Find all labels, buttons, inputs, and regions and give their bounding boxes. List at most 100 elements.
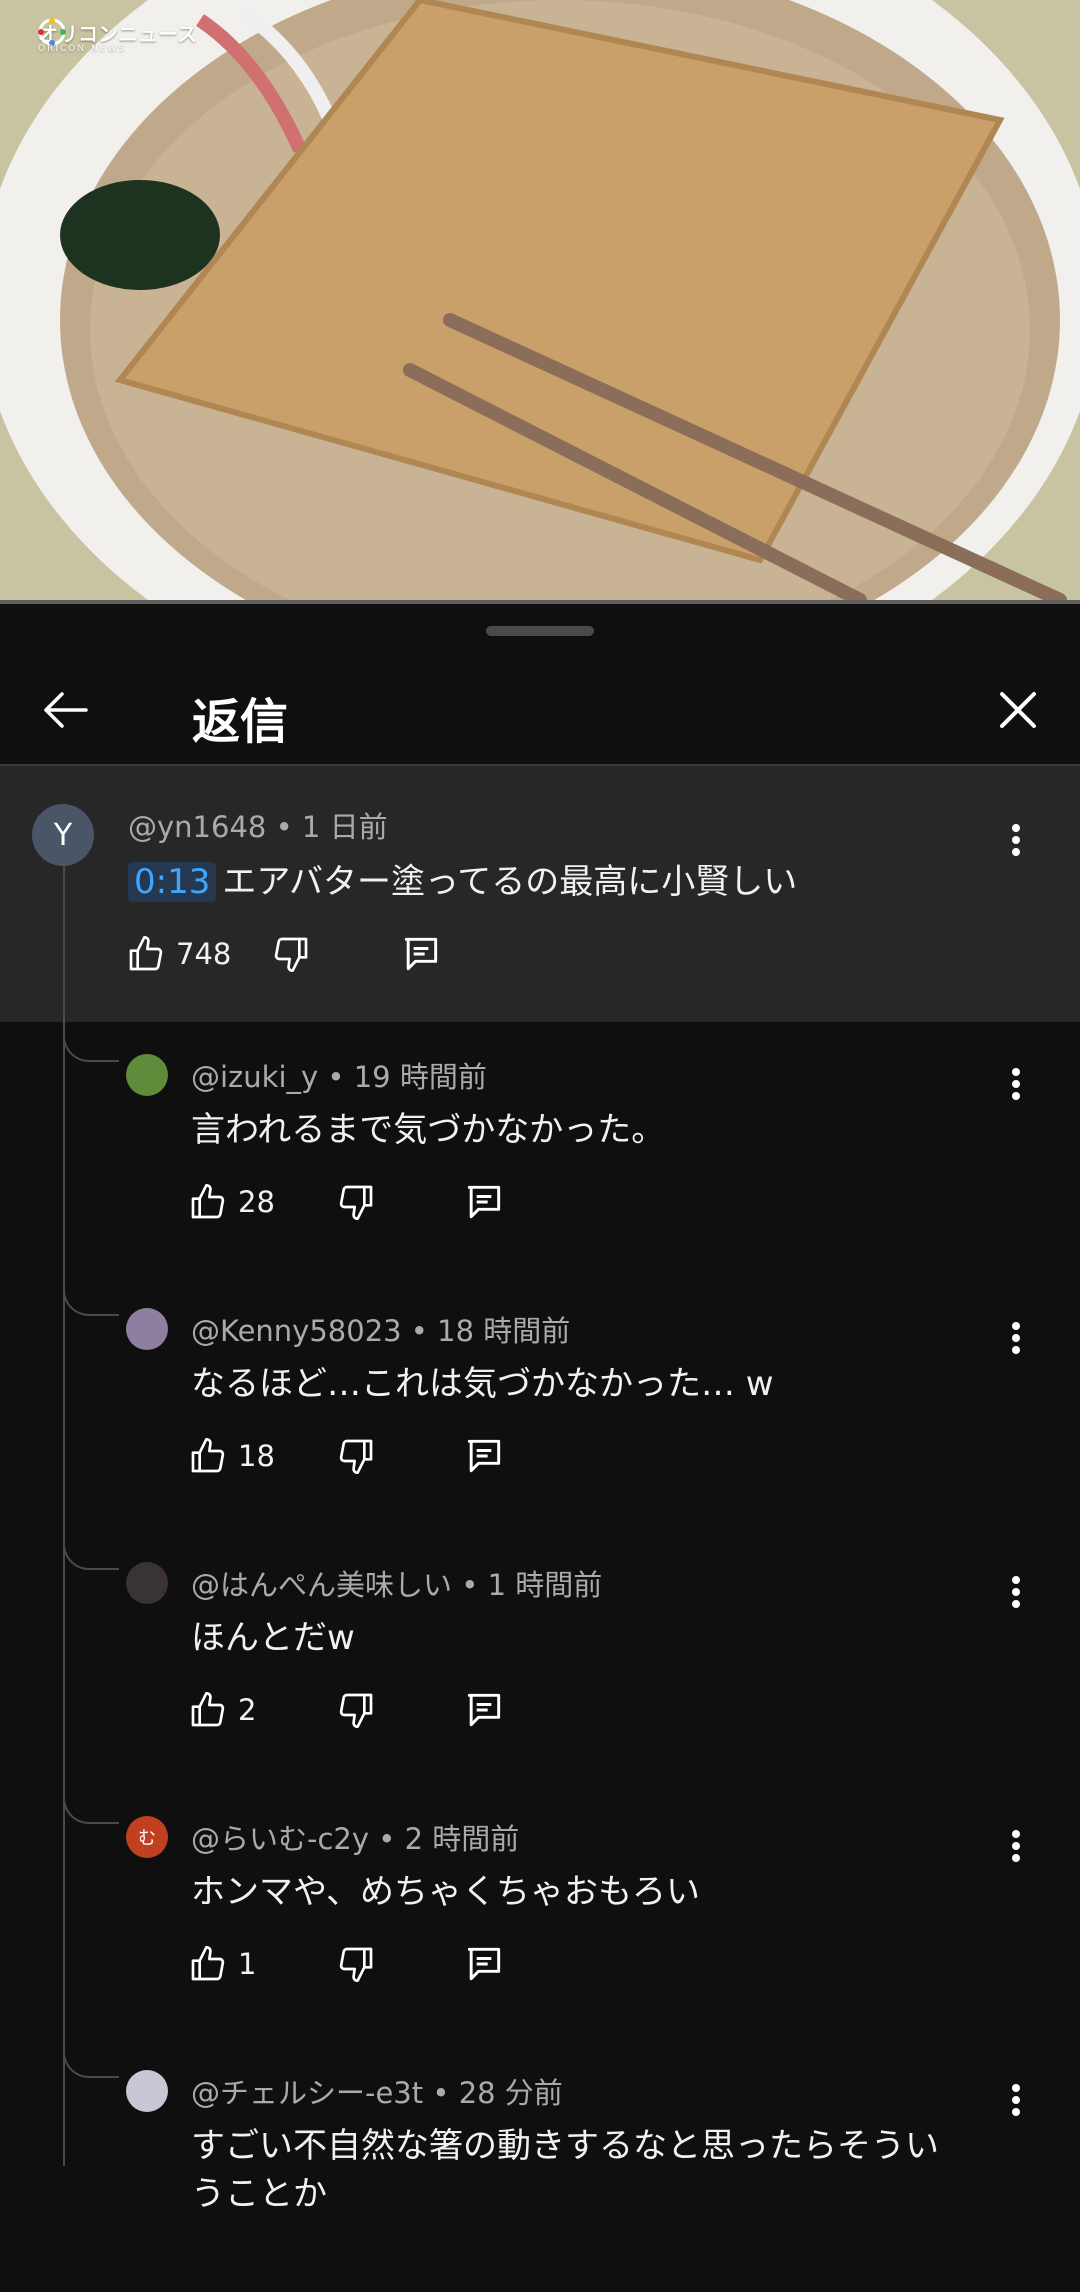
- more-options-button[interactable]: [996, 1816, 1036, 1876]
- thumbs-up-icon: [191, 1946, 225, 1981]
- reply-button[interactable]: [462, 1434, 506, 1478]
- more-vertical-icon: [1012, 1830, 1020, 1862]
- reply-item: @izuki_y • 19 時間前言われるまで気づかなかった。 28: [0, 1020, 1080, 1276]
- reply-button[interactable]: [462, 1942, 506, 1986]
- avatar[interactable]: [126, 1054, 168, 1096]
- close-button[interactable]: [986, 678, 1050, 742]
- comment-meta: @Kenny58023 • 18 時間前: [191, 1308, 570, 1350]
- thumbs-up-icon: [129, 936, 163, 971]
- avatar[interactable]: [126, 2070, 168, 2112]
- back-button[interactable]: [34, 678, 98, 742]
- avatar[interactable]: Y: [32, 804, 94, 866]
- like-button[interactable]: 1: [188, 1944, 256, 1984]
- comment-actions: 1: [188, 1934, 501, 1994]
- thread-connector: [63, 1528, 119, 1570]
- timestamp-link[interactable]: 0:13: [128, 862, 217, 902]
- reply-button[interactable]: [462, 1688, 506, 1732]
- reply-item: む @らいむ-c2y • 2 時間前 ホンマや、めちゃくちゃおもろい 1: [0, 1782, 1080, 2038]
- comment-text: ほんとだw: [191, 1618, 355, 1658]
- meta-separator: •: [318, 1060, 354, 1094]
- more-vertical-icon: [1012, 1576, 1020, 1608]
- dislike-button[interactable]: [336, 1436, 376, 1476]
- avatar[interactable]: む: [126, 1816, 168, 1858]
- close-icon: [1000, 692, 1036, 728]
- comment-author[interactable]: @yn1648: [128, 810, 266, 844]
- like-button[interactable]: 18: [188, 1436, 275, 1476]
- more-options-button[interactable]: [996, 810, 1036, 870]
- comment-time: 28 分前: [458, 2076, 563, 2110]
- like-button[interactable]: 2: [188, 1690, 256, 1730]
- reply-item: @Kenny58023 • 18 時間前 なるほど…これは気づかなかった… w 18: [0, 1274, 1080, 1530]
- meta-separator: •: [452, 1568, 488, 1602]
- reply-item: @チェルシー-e3t • 28 分前すごい不自然な箸の動きするなと思ったらそうい…: [0, 2036, 1080, 2292]
- comment-time: 18 時間前: [437, 1314, 571, 1348]
- comment-time: 1 時間前: [487, 1568, 603, 1602]
- parent-comment: Y @yn1648 • 1 日前 0:13 エアバター塗ってるの最高に小賢しい 7…: [0, 766, 1080, 1022]
- drag-handle[interactable]: [486, 626, 594, 636]
- dislike-button[interactable]: [271, 934, 311, 974]
- reply-comment-icon: [467, 1947, 501, 1981]
- arrow-left-icon: [44, 692, 88, 728]
- more-options-button[interactable]: [996, 2070, 1036, 2130]
- more-vertical-icon: [1012, 824, 1020, 856]
- thumbs-down-icon: [275, 937, 308, 972]
- like-button[interactable]: 748: [126, 934, 231, 974]
- dislike-button[interactable]: [336, 1182, 376, 1222]
- video-frame: [0, 0, 1080, 600]
- thumbs-up-icon: [191, 1692, 225, 1727]
- oricon-watermark: オリコンニュース ORICON NEWS: [38, 18, 197, 54]
- thread-connector: [63, 2036, 119, 2078]
- comment-author[interactable]: @はんぺん美味しい: [191, 1568, 452, 1602]
- reply-comment-icon: [405, 937, 438, 971]
- avatar[interactable]: [126, 1308, 168, 1350]
- comment-text: すごい不自然な箸の動きするなと思ったらそうい: [191, 2126, 939, 2166]
- page-title: 返信: [192, 694, 289, 750]
- comment-time: 1 日前: [301, 810, 388, 844]
- avatar[interactable]: [126, 1562, 168, 1604]
- reply-item: @はんぺん美味しい • 1 時間前 ほんとだw 2: [0, 1528, 1080, 1784]
- oricon-logo-icon: [38, 18, 66, 46]
- reply-comment-icon: [467, 1439, 501, 1473]
- more-vertical-icon: [1012, 1068, 1020, 1100]
- replies-sheet: 返信 Y @yn1648 • 1 日前 0:13 エアバター塗ってるの最高に小賢し…: [0, 604, 1080, 2214]
- dislike-button[interactable]: [336, 1690, 376, 1730]
- video-player[interactable]: オリコンニュース ORICON NEWS: [0, 0, 1080, 600]
- thread-connector: [63, 1020, 119, 1062]
- more-vertical-icon: [1012, 2084, 1020, 2116]
- comment-author[interactable]: @チェルシー-e3t: [191, 2076, 423, 2110]
- more-options-button[interactable]: [996, 1562, 1036, 1622]
- watermark-sub: ORICON NEWS: [38, 44, 126, 54]
- thumbs-down-icon: [339, 1947, 373, 1982]
- more-options-button[interactable]: [996, 1054, 1036, 1114]
- comment-time: 19 時間前: [353, 1060, 487, 1094]
- like-button[interactable]: 28: [188, 1182, 275, 1222]
- more-options-button[interactable]: [996, 1308, 1036, 1368]
- reply-comment-icon: [467, 1185, 501, 1219]
- thumbs-up-icon: [191, 1438, 225, 1473]
- thumbs-up-icon: [191, 1184, 225, 1219]
- comment-author[interactable]: @らいむ-c2y: [191, 1822, 369, 1856]
- comment-text: 言われるまで気づかなかった。: [191, 1110, 666, 1150]
- comment-text: 0:13 エアバター塗ってるの最高に小賢しい: [128, 854, 797, 903]
- meta-separator: •: [401, 1314, 438, 1348]
- comment-meta: @izuki_y • 19 時間前: [191, 1054, 487, 1096]
- thread-connector: [63, 1274, 119, 1316]
- thumbs-down-icon: [339, 1185, 373, 1220]
- meta-separator: •: [423, 2076, 459, 2110]
- comment-author[interactable]: @Kenny58023: [191, 1314, 402, 1348]
- dislike-button[interactable]: [336, 1944, 376, 1984]
- comment-actions: 18: [188, 1426, 501, 1486]
- comment-actions: 28: [188, 1172, 501, 1232]
- reply-button[interactable]: [462, 1180, 506, 1224]
- like-count: 2: [238, 1693, 257, 1727]
- meta-separator: •: [369, 1822, 405, 1856]
- comment-author[interactable]: @izuki_y: [191, 1060, 318, 1094]
- comment-body: エアバター塗ってるの最高に小賢しい: [222, 862, 798, 902]
- comment-actions: 2: [188, 1680, 501, 1740]
- like-count: 1: [238, 1947, 257, 1981]
- like-count: 748: [176, 937, 232, 971]
- reply-comment-icon: [467, 1693, 501, 1727]
- comment-meta: @はんぺん美味しい • 1 時間前: [191, 1562, 602, 1604]
- reply-button[interactable]: [399, 932, 443, 976]
- comment-meta: @yn1648 • 1 日前: [128, 804, 388, 846]
